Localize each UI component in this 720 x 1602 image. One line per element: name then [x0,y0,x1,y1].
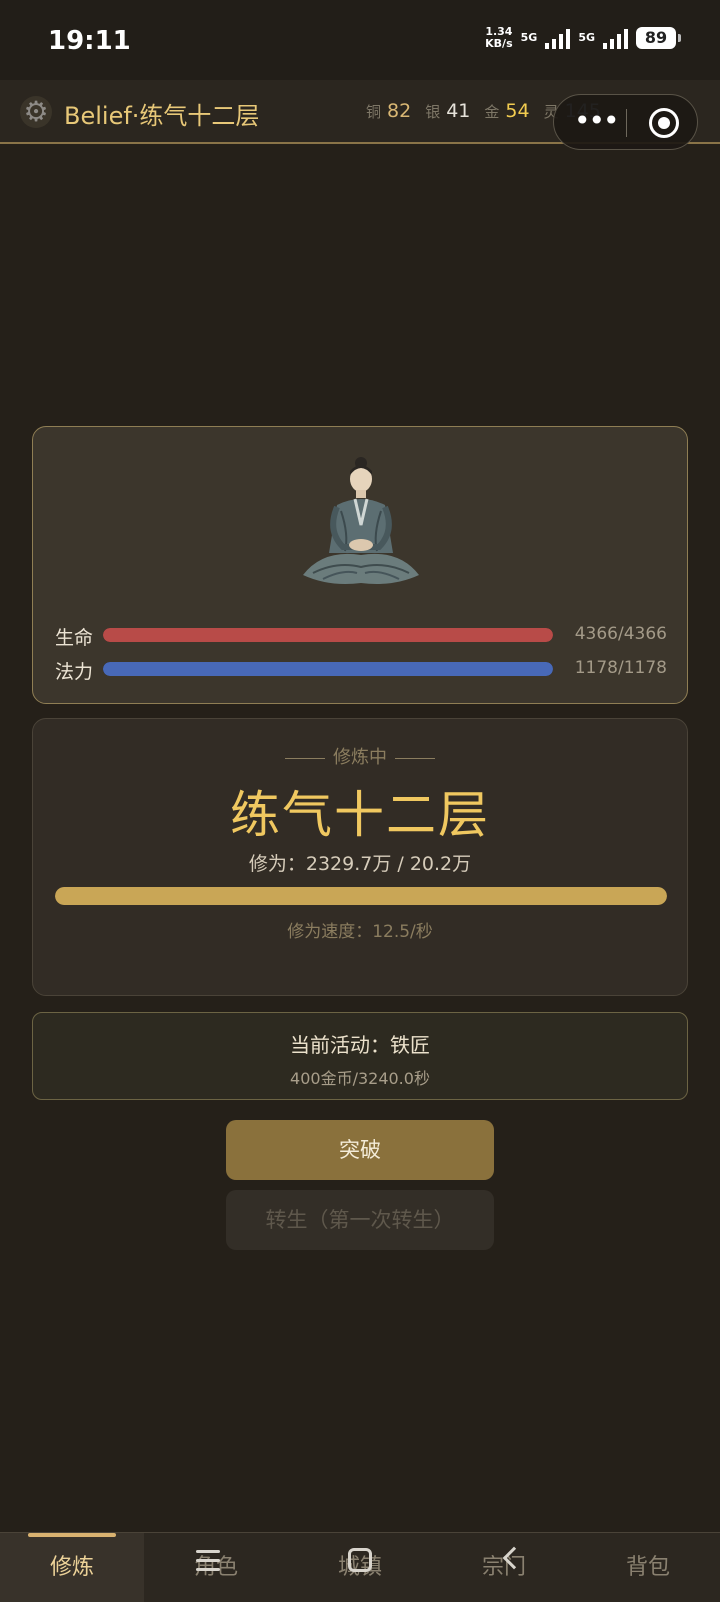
mp-bar-fill [103,662,553,676]
status-bar: 19:11 1.34 KB/s 5G 5G 89 [0,0,720,80]
more-dots-icon[interactable]: ••• [574,107,620,135]
hp-label: 生命 [55,627,94,649]
activity-title: 当前活动：铁匠 [290,1033,430,1057]
xiuwei-progress-fill [55,887,667,905]
status-indicators: 1.34 KB/s 5G 5G 89 [485,25,681,50]
signal-icon [545,27,571,49]
cultivator-avatar [303,457,419,584]
tab-character[interactable]: 角色 [144,1533,288,1602]
header-realm: 练气十二层 [139,102,260,130]
rebirth-button[interactable]: 转生（第一次转生） [226,1190,494,1250]
cultivation-card: 修炼中 练气十二层 修为：2329.7万 / 20.2万 修为速度：12.5/秒 [32,718,688,996]
battery-icon: 89 [636,27,681,49]
network-type-2: 5G [578,31,595,44]
currency-silver: 银 41 [425,100,471,122]
gear-icon[interactable]: ⚙ [20,96,52,128]
cultivation-speed: 修为速度：12.5/秒 [287,922,433,942]
breakthrough-button[interactable]: 突破 [226,1120,494,1180]
hp-value: 4366/4366 [574,624,667,644]
currency-gold: 金 54 [484,100,530,122]
mp-bar [103,662,553,676]
xiuwei-text: 修为：2329.7万 / 20.2万 [248,853,472,875]
xiuwei-progress-bar [55,887,667,905]
network-type-1: 5G [520,31,538,44]
status-line-left [285,757,325,759]
hp-row: 生命 4366/4366 [55,621,667,649]
realm-title: 练气十二层 [230,786,490,844]
tab-sect[interactable]: 宗门 [432,1533,576,1602]
hp-bar-fill [103,628,553,642]
hp-bar [103,628,553,642]
activity-card[interactable]: 当前活动：铁匠 400金币/3240.0秒 [32,1012,688,1100]
target-circle-icon[interactable] [649,108,679,138]
page-title: Belief·练气十二层 [64,96,259,131]
capsule-divider [626,109,627,137]
tab-cultivate[interactable]: 修炼 [0,1533,144,1602]
mini-program-capsule: ••• [553,94,698,150]
status-line-right [395,757,435,759]
bottom-nav: 修炼 角色 城镇 宗门 背包 [0,1532,720,1602]
activity-detail: 400金币/3240.0秒 [290,1069,430,1088]
app-header: ⚙ Belief·练气十二层 铜82 银41 金54 灵145 ••• [0,80,720,150]
currency-copper: 铜 82 [366,100,412,122]
app-name: Belief [64,102,132,130]
status-time: 19:11 [48,26,131,56]
mp-value: 1178/1178 [574,658,667,678]
tab-town[interactable]: 城镇 [288,1533,432,1602]
character-card: 生命 4366/4366 法力 1178/1178 [32,426,688,704]
cultivation-status: 修炼中 [33,743,687,769]
tab-bag[interactable]: 背包 [576,1533,720,1602]
mp-row: 法力 1178/1178 [55,655,667,683]
network-speed: 1.34 KB/s [485,25,513,50]
signal-icon [603,27,628,49]
mp-label: 法力 [55,661,94,683]
